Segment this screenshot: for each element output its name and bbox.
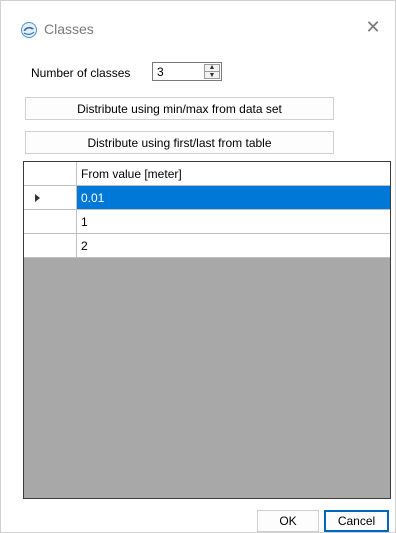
dialog-window: Classes ✕ Number of classes 3 ▲ ▼ Distri…	[0, 0, 396, 533]
table-cell[interactable]: 2	[77, 234, 390, 258]
distribute-minmax-button[interactable]: Distribute using min/max from data set	[25, 97, 334, 120]
stepper-down-icon[interactable]: ▼	[205, 71, 219, 79]
table-row[interactable]: 2	[24, 234, 390, 258]
distribute-firstlast-button[interactable]: Distribute using first/last from table	[25, 131, 334, 154]
number-of-classes-label: Number of classes	[31, 66, 131, 80]
stepper-buttons: ▲ ▼	[204, 64, 220, 79]
close-icon[interactable]: ✕	[359, 14, 387, 40]
row-header[interactable]	[24, 234, 77, 258]
table-cell[interactable]: 0.01	[77, 186, 390, 210]
table-cell[interactable]: 1	[77, 210, 390, 234]
table-row[interactable]: 0.01	[24, 186, 390, 210]
number-of-classes-value[interactable]: 3	[157, 65, 164, 79]
table-header-row: From value [meter]	[24, 162, 390, 186]
ok-button[interactable]: OK	[257, 510, 319, 532]
table-row[interactable]: 1	[24, 210, 390, 234]
current-row-arrow-icon	[35, 194, 40, 202]
title-bar[interactable]: Classes ✕	[1, 1, 395, 41]
classes-table: From value [meter] 0.01 1 2	[23, 161, 391, 499]
number-of-classes-stepper[interactable]: 3 ▲ ▼	[152, 62, 222, 81]
cancel-button[interactable]: Cancel	[324, 510, 389, 532]
corner-header-cell[interactable]	[24, 162, 77, 186]
dolphin-app-icon	[21, 22, 37, 38]
row-header[interactable]	[24, 186, 77, 210]
row-header[interactable]	[24, 210, 77, 234]
stepper-up-icon[interactable]: ▲	[205, 64, 219, 71]
window-title: Classes	[44, 21, 94, 37]
column-header-from-value[interactable]: From value [meter]	[77, 162, 390, 186]
